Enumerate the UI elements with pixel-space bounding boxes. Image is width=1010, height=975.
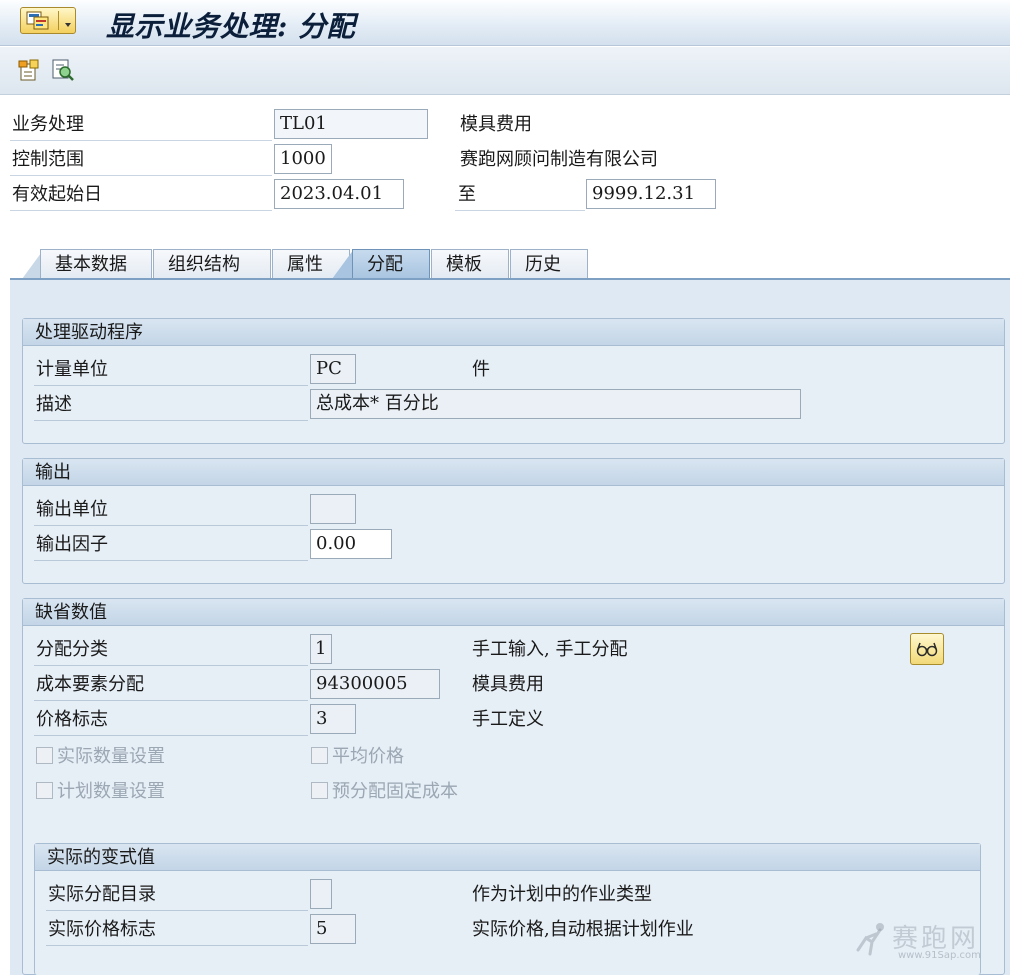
cost-element-label: 成本要素分配 bbox=[36, 674, 144, 695]
description-label: 描述 bbox=[36, 394, 72, 415]
checkbox-box bbox=[311, 746, 328, 764]
divider bbox=[46, 945, 308, 946]
tab-organization[interactable]: 组织结构 bbox=[153, 249, 271, 279]
tab-history[interactable]: 历史 bbox=[510, 249, 588, 279]
valid-to-label: 至 bbox=[458, 184, 476, 205]
price-indicator-label: 价格标志 bbox=[36, 709, 108, 730]
actual-price-indicator-field[interactable]: 5 bbox=[310, 914, 356, 944]
checkbox-label: 预分配固定成本 bbox=[332, 781, 458, 802]
actual-allocation-directory-label: 实际分配目录 bbox=[48, 884, 156, 905]
checkbox-box bbox=[36, 746, 53, 764]
group-title: 处理驱动程序 bbox=[23, 319, 1004, 346]
controlling-area-field[interactable]: 1000 bbox=[274, 144, 332, 174]
divider bbox=[34, 420, 308, 421]
tab-templates[interactable]: 模板 bbox=[431, 249, 509, 279]
divider bbox=[34, 665, 308, 666]
controlling-area-description: 赛跑网顾问制造有限公司 bbox=[460, 149, 658, 170]
uom-field[interactable]: PC bbox=[310, 354, 356, 384]
divider bbox=[10, 210, 272, 211]
preallocate-fixed-cost-checkbox[interactable]: 预分配固定成本 bbox=[311, 775, 458, 805]
divider bbox=[455, 210, 585, 211]
cost-element-field[interactable]: 94300005 bbox=[310, 669, 440, 699]
uom-label: 计量单位 bbox=[36, 359, 108, 380]
business-process-field[interactable]: TL01 bbox=[274, 109, 428, 139]
allocation-type-field[interactable]: 1 bbox=[310, 634, 332, 664]
group-title: 实际的变式值 bbox=[35, 844, 980, 871]
allocation-type-description: 手工输入, 手工分配 bbox=[472, 639, 628, 660]
divider bbox=[46, 910, 308, 911]
page-title: 显示业务处理: 分配 bbox=[106, 10, 356, 43]
checkbox-box bbox=[36, 781, 53, 799]
actual-allocation-directory-field[interactable] bbox=[310, 879, 332, 909]
business-process-description: 模具费用 bbox=[460, 114, 532, 135]
checkbox-box bbox=[311, 781, 328, 799]
allocation-type-label: 分配分类 bbox=[36, 639, 108, 660]
actual-quantity-checkbox[interactable]: 实际数量设置 bbox=[36, 740, 165, 770]
group-title: 缺省数值 bbox=[23, 599, 1004, 626]
uom-description: 件 bbox=[472, 359, 490, 380]
sap-menu-icon bbox=[26, 11, 49, 30]
output-unit-field[interactable] bbox=[310, 494, 356, 524]
tab-basic-data[interactable]: 基本数据 bbox=[40, 249, 152, 279]
actual-price-indicator-description: 实际价格,自动根据计划作业 bbox=[472, 919, 694, 940]
output-factor-label: 输出因子 bbox=[36, 534, 108, 555]
display-search-icon[interactable] bbox=[51, 58, 75, 82]
tab-active-slant bbox=[332, 249, 354, 279]
divider bbox=[10, 175, 272, 176]
divider bbox=[10, 140, 272, 141]
actual-allocation-directory-description: 作为计划中的作业类型 bbox=[472, 884, 652, 905]
chevron-down-icon bbox=[65, 23, 71, 27]
checkbox-label: 实际数量设置 bbox=[57, 746, 165, 767]
output-group: 输出 bbox=[22, 458, 1005, 584]
description-field[interactable]: 总成本* 百分比 bbox=[310, 389, 801, 419]
process-driver-group: 处理驱动程序 bbox=[22, 318, 1005, 444]
change-document-icon[interactable] bbox=[17, 58, 41, 82]
average-price-checkbox[interactable]: 平均价格 bbox=[311, 740, 404, 770]
divider bbox=[34, 700, 308, 701]
business-process-label: 业务处理 bbox=[12, 114, 84, 135]
plan-quantity-checkbox[interactable]: 计划数量设置 bbox=[36, 775, 165, 805]
application-toolbar bbox=[0, 47, 1010, 95]
valid-from-label: 有效起始日 bbox=[12, 184, 102, 205]
price-indicator-description: 手工定义 bbox=[472, 709, 544, 730]
controlling-area-label: 控制范围 bbox=[12, 149, 84, 170]
display-variant-button[interactable] bbox=[910, 633, 944, 665]
tab-allocation[interactable]: 分配 bbox=[352, 249, 430, 279]
valid-to-field[interactable]: 9999.12.31 bbox=[586, 179, 716, 209]
cost-element-description: 模具费用 bbox=[472, 674, 544, 695]
valid-from-field[interactable]: 2023.04.01 bbox=[274, 179, 404, 209]
price-indicator-field[interactable]: 3 bbox=[310, 704, 356, 734]
checkbox-label: 平均价格 bbox=[332, 746, 404, 767]
checkbox-label: 计划数量设置 bbox=[57, 781, 165, 802]
divider bbox=[34, 735, 308, 736]
output-factor-field[interactable]: 0.00 bbox=[310, 529, 392, 559]
actual-price-indicator-label: 实际价格标志 bbox=[48, 919, 156, 940]
glasses-icon bbox=[916, 642, 938, 657]
output-unit-label: 输出单位 bbox=[36, 499, 108, 520]
divider bbox=[34, 560, 308, 561]
divider bbox=[34, 525, 308, 526]
group-title: 输出 bbox=[23, 459, 1004, 486]
system-menu-button[interactable] bbox=[20, 7, 76, 34]
divider bbox=[34, 385, 308, 386]
